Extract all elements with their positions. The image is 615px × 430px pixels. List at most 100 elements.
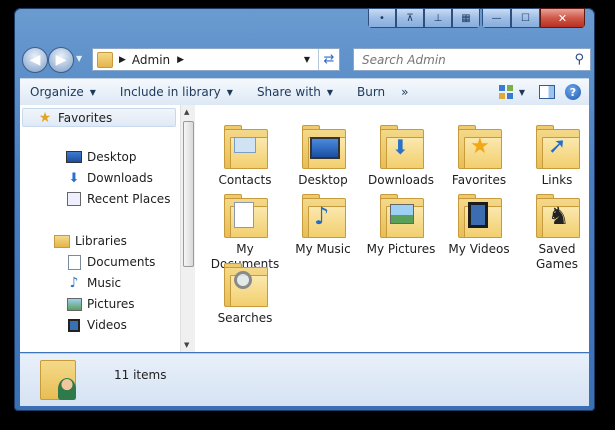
folder-my-documents[interactable]: My Documents [206, 194, 284, 272]
folder-links[interactable]: ➚ Links [518, 125, 596, 188]
folder-favorites[interactable]: ★ Favorites [440, 125, 518, 188]
more-commands-button[interactable]: » [395, 85, 414, 99]
nav-item-music[interactable]: ♪ Music [66, 275, 122, 291]
desktop-icon [300, 125, 346, 169]
main-area: ★ Favorites Desktop ⬇ Downloads Recent P… [20, 105, 589, 352]
folder-my-music[interactable]: ♪ My Music [284, 194, 362, 257]
nav-favorites[interactable]: ★ Favorites [22, 108, 176, 127]
views-icon [498, 85, 513, 99]
include-in-library-label: Include in library [119, 85, 221, 99]
caption-controls: • ⊼ ⊥ ▦ — ☐ ✕ [368, 8, 587, 28]
star-icon: ★ [38, 109, 52, 126]
address-row: ◀ ▶ ▼ ▶ Admin ▶ ▼ ⇄ ⚲ [20, 46, 591, 73]
folder-my-pictures[interactable]: My Pictures [362, 194, 440, 257]
nav-libraries[interactable]: Libraries [54, 233, 127, 249]
desktop-icon [66, 149, 82, 165]
folder-label: Searches [217, 311, 273, 325]
arrow-right-icon: ▶ [55, 52, 67, 68]
folder-label: Downloads [368, 173, 434, 187]
recent-pages-chevron-icon[interactable]: ▼ [76, 54, 82, 63]
scroll-down-icon[interactable]: ▼ [184, 341, 189, 349]
videos-icon [456, 194, 502, 238]
address-bar[interactable]: ▶ Admin ▶ ▼ ⇄ [92, 48, 340, 71]
folder-icon [97, 51, 113, 68]
nav-item-label: Recent Places [87, 192, 171, 206]
scrollbar-thumb[interactable] [183, 121, 194, 267]
forward-button[interactable]: ▶ [48, 47, 74, 73]
chevron-down-icon: ▼ [89, 87, 96, 97]
minimize-button[interactable]: — [482, 8, 511, 28]
address-dropdown-icon[interactable]: ▼ [304, 55, 310, 64]
pictures-icon [66, 296, 82, 312]
scroll-up-icon[interactable]: ▲ [184, 108, 189, 116]
window-buttons: — ☐ ✕ [482, 8, 585, 28]
breadcrumb-admin[interactable]: Admin [132, 53, 170, 67]
preview-pane-icon [539, 85, 555, 99]
nav-favorites-label: Favorites [58, 110, 113, 125]
change-view-button[interactable] [495, 85, 517, 99]
favorites-icon: ★ [456, 125, 502, 169]
folder-saved-games[interactable]: ♞ Saved Games [518, 194, 596, 272]
folder-my-videos[interactable]: My Videos [440, 194, 518, 257]
breadcrumb-separator-icon[interactable]: ▶ [177, 55, 184, 65]
folder-searches[interactable]: Searches [206, 263, 284, 326]
downloads-icon: ⬇ [68, 170, 80, 186]
nav-libraries-label: Libraries [75, 234, 127, 248]
caption-button-3[interactable]: ⊥ [424, 8, 452, 28]
chevron-down-icon: ▼ [326, 87, 333, 97]
nav-item-pictures[interactable]: Pictures [66, 296, 135, 312]
nav-item-videos[interactable]: Videos [66, 317, 127, 333]
nav-item-label: Pictures [87, 297, 135, 311]
search-box[interactable]: ⚲ [353, 48, 591, 71]
folder-contacts[interactable]: Contacts [206, 125, 284, 188]
arrow-left-icon: ◀ [29, 52, 41, 68]
search-icon[interactable]: ⚲ [574, 52, 584, 67]
maximize-button[interactable]: ☐ [511, 8, 540, 28]
help-icon: ? [565, 84, 581, 100]
chevron-down-icon: ▼ [518, 87, 525, 97]
caption-button-1[interactable]: • [368, 8, 396, 28]
share-with-button[interactable]: Share with ▼ [247, 85, 343, 99]
documents-icon [66, 254, 82, 270]
pictures-icon [378, 194, 424, 238]
preview-pane-button[interactable] [533, 85, 561, 99]
folder-label: My Pictures [366, 242, 436, 256]
libraries-icon [54, 233, 70, 249]
command-bar: Organize ▼ Include in library ▼ Share wi… [20, 78, 589, 106]
folder-label: Links [541, 173, 573, 187]
folder-downloads[interactable]: ⬇ Downloads [362, 125, 440, 188]
burn-label: Burn [357, 85, 386, 99]
burn-button[interactable]: Burn [347, 85, 395, 99]
folder-label: Saved Games [536, 242, 578, 271]
nav-item-downloads[interactable]: ⬇ Downloads [66, 170, 153, 186]
videos-icon [66, 317, 82, 333]
searches-icon [222, 263, 268, 307]
nav-item-label: Downloads [87, 171, 153, 185]
folder-label: My Videos [448, 242, 510, 256]
folder-label: My Music [295, 242, 351, 256]
refresh-icon[interactable]: ⇄ [318, 49, 339, 70]
nav-item-recent-places[interactable]: Recent Places [66, 191, 170, 207]
close-button[interactable]: ✕ [540, 8, 585, 28]
folder-desktop[interactable]: Desktop [284, 125, 362, 188]
nav-pane-scrollbar[interactable]: ▲ ▼ [180, 105, 195, 352]
organize-button[interactable]: Organize ▼ [20, 85, 106, 99]
links-icon: ➚ [534, 125, 580, 169]
nav-item-desktop[interactable]: Desktop [66, 149, 137, 165]
views-dropdown-button[interactable]: ▼ [517, 88, 533, 97]
help-button[interactable]: ? [561, 84, 589, 100]
recent-places-icon [66, 191, 82, 207]
nav-item-documents[interactable]: Documents [66, 254, 155, 270]
back-button[interactable]: ◀ [22, 47, 48, 73]
search-input[interactable] [360, 51, 569, 68]
folder-label: Favorites [451, 173, 507, 187]
explorer-window: • ⊼ ⊥ ▦ — ☐ ✕ ◀ ▶ ▼ ▶ Admin ▶ ▼ ⇄ ⚲ Orga [14, 8, 595, 411]
caption-button-2[interactable]: ⊼ [396, 8, 424, 28]
caption-button-4[interactable]: ▦ [452, 8, 480, 28]
breadcrumb-separator-icon[interactable]: ▶ [119, 55, 126, 65]
downloads-icon: ⬇ [378, 125, 424, 169]
games-icon: ♞ [534, 194, 580, 238]
folder-label: Desktop [298, 173, 348, 187]
documents-icon [222, 194, 268, 238]
include-in-library-button[interactable]: Include in library ▼ [110, 85, 243, 99]
